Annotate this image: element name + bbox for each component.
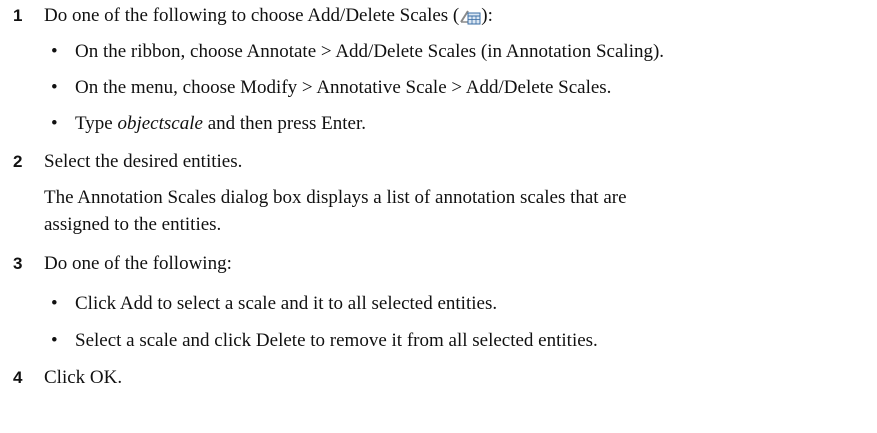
document-page: 1 Do one of the following to choose Add/… (0, 0, 877, 433)
list-item: • Type objectscale and then press Enter. (0, 109, 877, 137)
bullet-text: Type objectscale and then press Enter. (75, 113, 366, 135)
step-text-before-icon: Do one of the following to choose Add/De… (44, 5, 460, 26)
bullet-icon: • (51, 41, 58, 62)
step-4: 4 Click OK. (0, 362, 877, 390)
typed-suffix: and then press Enter. (202, 113, 366, 134)
bullet-text: On the ribbon, choose Annotate > Add/Del… (75, 41, 665, 62)
list-item: • Select a scale and click Delete to rem… (0, 326, 877, 354)
bullet-icon: • (51, 330, 58, 351)
step-text-after-icon: ): (481, 5, 493, 26)
step-text: Click OK. (44, 367, 123, 388)
bullet-icon: • (51, 113, 58, 134)
step-number: 1 (13, 6, 23, 25)
command-name: objectscale (117, 113, 203, 134)
list-item: • On the menu, choose Modify > Annotativ… (0, 73, 877, 101)
paragraph-line: The Annotation Scales dialog box display… (44, 187, 627, 208)
bullet-icon: • (51, 77, 58, 98)
bullet-icon: • (51, 293, 58, 314)
paragraph-line: assigned to the entities. (44, 214, 222, 235)
step-2: 2 Select the desired entities. (0, 146, 877, 174)
typed-prefix: Type (75, 113, 118, 134)
step-text: Do one of the following to choose Add/De… (44, 5, 493, 27)
step-1: 1 Do one of the following to choose Add/… (0, 0, 877, 28)
step-number: 2 (13, 152, 23, 171)
bullet-text: Click Add to select a scale and it to al… (75, 293, 498, 314)
step-text: Select the desired entities. (44, 151, 243, 172)
bullet-text: On the menu, choose Modify > Annotative … (75, 77, 612, 98)
step-number: 4 (13, 368, 23, 387)
add-delete-scales-icon (459, 7, 481, 25)
bullet-text: Select a scale and click Delete to remov… (75, 330, 598, 351)
step-3: 3 Do one of the following: (0, 248, 877, 276)
step-text: Do one of the following: (44, 253, 232, 274)
list-item: • On the ribbon, choose Annotate > Add/D… (0, 37, 877, 65)
step-number: 3 (13, 254, 23, 273)
list-item: • Click Add to select a scale and it to … (0, 289, 877, 317)
